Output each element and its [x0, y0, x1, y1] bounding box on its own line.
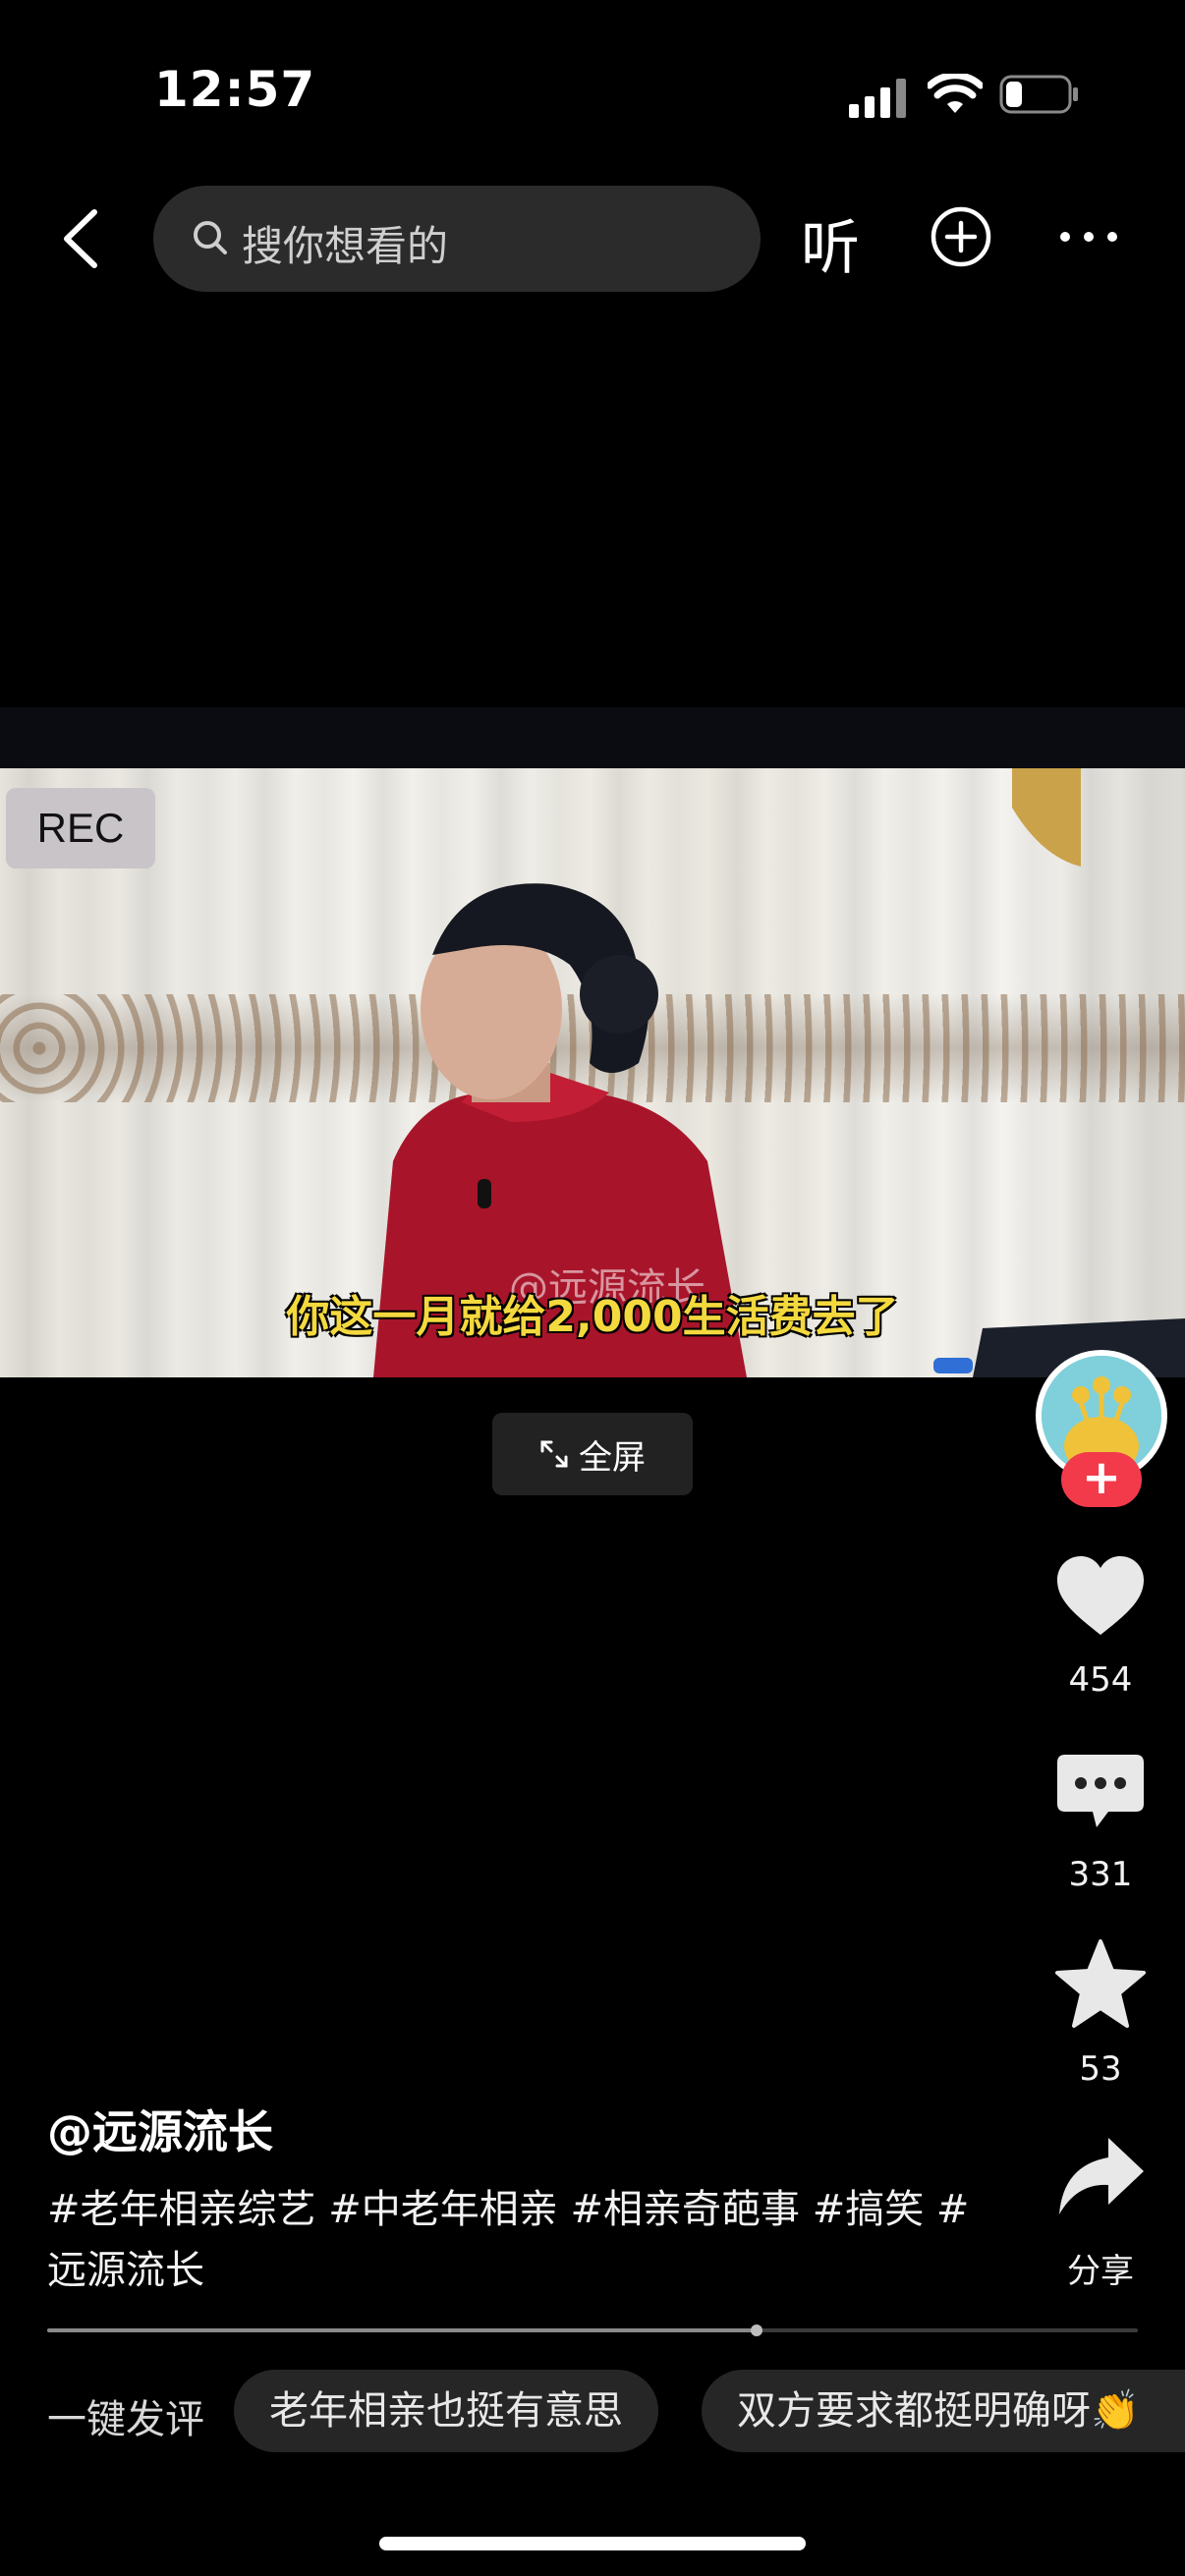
comment-icon[interactable]: [1053, 1745, 1148, 1839]
comment-count: 331: [1068, 1855, 1133, 1894]
video-subtitle: 你这一月就给2,000生活费去了: [286, 1292, 899, 1342]
quick-comment-chip[interactable]: 双方要求都挺明确呀👏: [702, 2370, 1185, 2452]
fullscreen-button[interactable]: 全屏: [492, 1413, 693, 1495]
fullscreen-label: 全屏: [579, 1437, 646, 1478]
progress-handle[interactable]: [750, 2324, 762, 2336]
listen-button[interactable]: 听: [801, 200, 860, 286]
search-icon: [194, 221, 227, 254]
share-label: 分享: [1067, 2252, 1134, 2291]
hashtags[interactable]: #老年相亲综艺 #中老年相亲 #相亲奇葩事 #搞笑 # 远源流长: [47, 2179, 990, 2301]
search-bar[interactable]: 搜你想看的: [153, 186, 761, 292]
share-icon[interactable]: [1053, 2132, 1148, 2226]
search-placeholder: 搜你想看的: [242, 222, 449, 270]
author-name[interactable]: @远源流长: [47, 2097, 273, 2161]
plus-circle-icon[interactable]: [930, 205, 992, 268]
more-icon[interactable]: [1057, 226, 1120, 248]
quick-comment-chip[interactable]: 老年相亲也挺有意思: [234, 2370, 658, 2452]
battery-icon: [999, 75, 1078, 114]
home-indicator: [379, 2537, 806, 2550]
video-player[interactable]: REC @远源流长 你这一月就给2,000生活费去了: [0, 768, 1185, 1377]
expand-icon: [540, 1440, 568, 1468]
like-count: 454: [1068, 1660, 1133, 1700]
progress-played: [47, 2328, 757, 2332]
star-icon[interactable]: [1053, 1937, 1148, 2032]
cellular-signal-icon: [849, 79, 906, 118]
rec-badge: REC: [6, 788, 155, 868]
heart-icon[interactable]: [1053, 1550, 1148, 1645]
wifi-icon: [928, 74, 983, 113]
hashtags-line-2[interactable]: 远源流长: [47, 2240, 990, 2301]
follow-button[interactable]: +: [1061, 1452, 1142, 1507]
hashtags-line-1[interactable]: #老年相亲综艺 #中老年相亲 #相亲奇葩事 #搞笑 #: [47, 2179, 990, 2240]
favorite-count: 53: [1079, 2049, 1122, 2089]
status-time: 12:57: [154, 61, 316, 118]
back-icon[interactable]: [59, 206, 104, 271]
video-progress-bar[interactable]: [47, 2324, 1138, 2336]
quick-comment-label: 一键发评: [47, 2397, 204, 2442]
video-top-band: [0, 707, 1185, 768]
